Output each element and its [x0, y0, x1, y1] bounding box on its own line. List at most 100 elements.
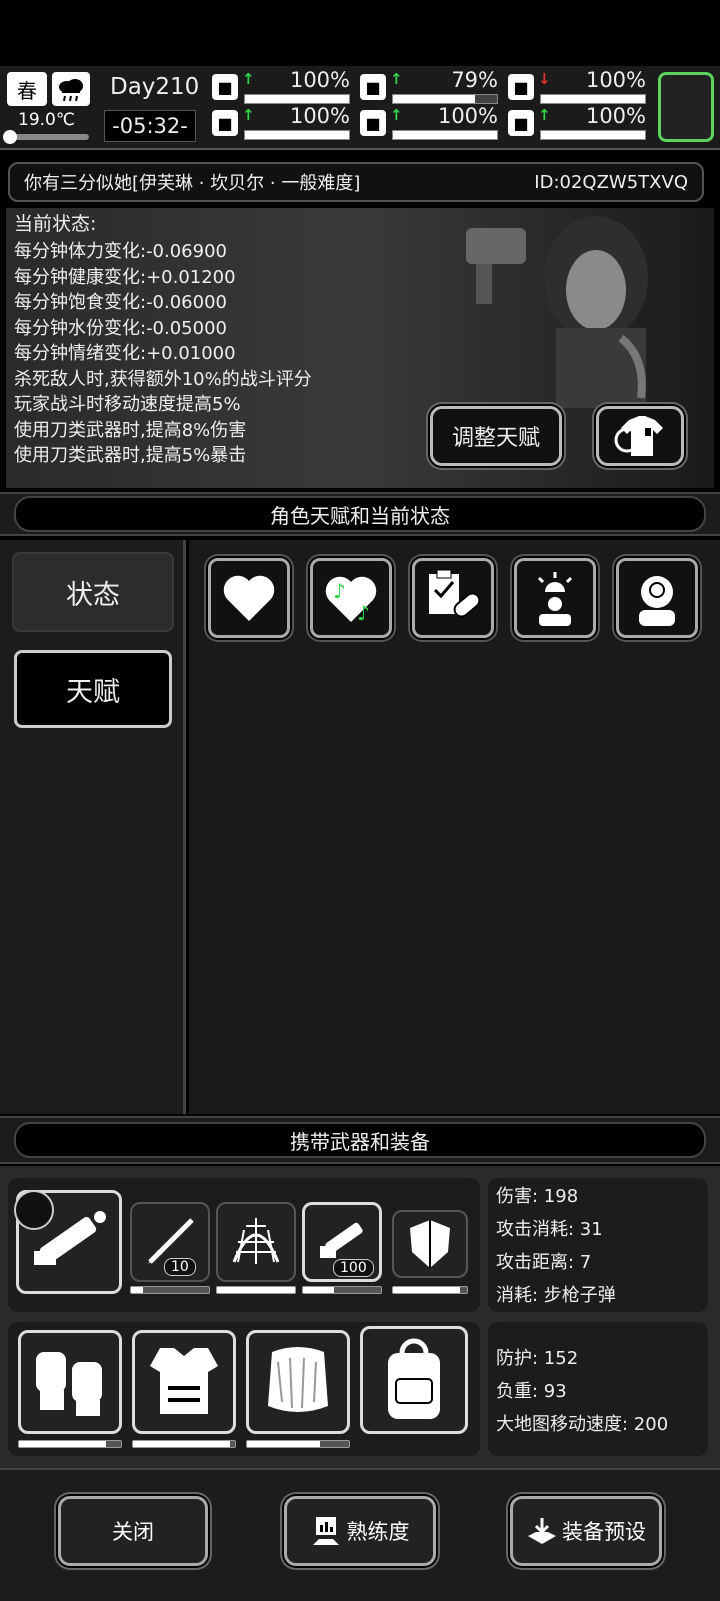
- stat-percent: 100%: [289, 104, 350, 128]
- net-trap-icon: [232, 1218, 280, 1264]
- stat-weight: 负重: 93: [496, 1381, 567, 1402]
- stat-percent: 100%: [437, 104, 498, 128]
- tab-talent[interactable]: 天赋: [14, 650, 172, 728]
- stat-bar: [244, 130, 350, 140]
- stat-mood: ■ ↓ 100%: [508, 68, 650, 104]
- weapon-slot-5[interactable]: [392, 1210, 468, 1278]
- armor-slot-1[interactable]: [18, 1330, 122, 1434]
- armor-3-durability: [246, 1440, 350, 1448]
- fur-vest-icon: [268, 1347, 328, 1412]
- status-music-heart-button[interactable]: ♪ ♪: [310, 558, 392, 638]
- pill-icon: ■: [508, 74, 534, 100]
- shield-icon: [410, 1220, 450, 1268]
- trend-up-icon: ↑: [390, 106, 403, 124]
- temperature: 19.0℃: [18, 110, 75, 130]
- stat-attack-range: 攻击距离: 7: [496, 1252, 592, 1273]
- character-title: 你有三分似她[伊芙琳 · 坎贝尔 · 一般难度]: [24, 173, 361, 194]
- weapon-slot-2[interactable]: 10: [130, 1202, 210, 1282]
- status-line: 使用刀类武器时,提高8%伤害: [14, 419, 247, 441]
- adjust-talent-button[interactable]: 调整天赋: [430, 406, 562, 466]
- stat-bar: [540, 130, 646, 140]
- proficiency-button[interactable]: 熟练度: [284, 1496, 436, 1566]
- hud-bar: 春 19.0℃ Day210 -05:32- ■ ↑ 100% ■ ↑ 79% ■ ↓ 100%…: [0, 66, 720, 150]
- system-status-bar: [0, 0, 720, 66]
- minigun-ammo-count: 100: [333, 1259, 374, 1277]
- status-heading: 当前状态:: [14, 213, 97, 235]
- thermometer-bar: [3, 130, 89, 144]
- heart-icon: ■: [508, 110, 534, 136]
- status-sick-button[interactable]: [616, 558, 698, 638]
- svg-text:♪: ♪: [357, 601, 370, 625]
- character-id: ID:02QZW5TXVQ: [534, 171, 688, 193]
- stat-bar: [392, 94, 498, 104]
- stat-hunger: ■ ↑ 79%: [360, 68, 502, 104]
- alarm-person-icon: [537, 572, 573, 626]
- armor-slot-3[interactable]: [246, 1330, 350, 1434]
- weapon-4-durability: [302, 1286, 382, 1294]
- stat-bar: [244, 94, 350, 104]
- weapon-stats: 伤害: 198 攻击消耗: 31 攻击距离: 7 消耗: 步枪子弹: [496, 1180, 616, 1312]
- weapon-slot-4[interactable]: 100: [302, 1202, 382, 1282]
- status-line: 每分钟饱食变化:-0.06000: [14, 292, 227, 313]
- status-line: 玩家战斗时移动速度提高5%: [14, 394, 241, 415]
- medical-checklist-icon: [429, 569, 481, 618]
- status-heart-button[interactable]: [208, 558, 290, 638]
- trend-down-icon: ↓: [538, 70, 551, 88]
- status-alarm-button[interactable]: [514, 558, 596, 638]
- svg-text:♪: ♪: [333, 579, 346, 603]
- knee-pads-icon: [36, 1352, 102, 1416]
- season-label: 春: [17, 78, 37, 103]
- backpack-icon: [388, 1338, 440, 1419]
- status-line: 使用刀类武器时,提高5%暴击: [14, 445, 247, 466]
- status-medical-button[interactable]: [412, 558, 494, 638]
- close-button[interactable]: 关闭: [58, 1496, 208, 1566]
- stomach-icon: ■: [360, 74, 386, 100]
- adjust-talent-label: 调整天赋: [451, 426, 540, 451]
- stat-attack-cost: 攻击消耗: 31: [496, 1219, 603, 1240]
- trend-up-icon: ↑: [390, 70, 403, 88]
- character-slot-button[interactable]: [658, 72, 714, 142]
- stat-percent: 100%: [585, 68, 646, 92]
- proficiency-label: 熟练度: [346, 1520, 410, 1544]
- status-line: 每分钟情绪变化:+0.01000: [14, 343, 236, 364]
- character-portrait-panel: 当前状态: 每分钟体力变化:-0.06900 每分钟健康变化:+0.01200 每分…: [6, 208, 714, 488]
- stat-defense: 防护: 152: [496, 1348, 579, 1369]
- stat-water: ■ ↑ 100%: [360, 104, 502, 140]
- armor-slot-2[interactable]: [132, 1330, 236, 1434]
- trend-up-icon: ↑: [242, 106, 255, 124]
- weapon-slot-3[interactable]: [216, 1202, 296, 1282]
- armor-slot-4[interactable]: [360, 1326, 468, 1434]
- character-portrait: [466, 216, 648, 408]
- sick-head-icon: [639, 576, 675, 626]
- status-lines: 每分钟体力变化:-0.06900 每分钟健康变化:+0.01200 每分钟饱食变化:…: [14, 239, 312, 469]
- equipment-preset-button[interactable]: 装备预设: [510, 1496, 662, 1566]
- weather-cloud-icon: [52, 72, 90, 106]
- armor-2-durability: [132, 1440, 236, 1448]
- heart-icon: [223, 575, 275, 621]
- stat-percent: 100%: [289, 68, 350, 92]
- season-badge: 春: [7, 72, 47, 106]
- music-heart-icon: ♪♪: [325, 576, 377, 625]
- change-outfit-button[interactable]: [596, 406, 684, 466]
- stat-bar: [540, 94, 646, 104]
- tab-status[interactable]: 状态: [12, 552, 174, 632]
- weapon-slot-indicator: [14, 1190, 54, 1230]
- weapon-2-durability: [130, 1286, 210, 1294]
- stat-damage: 伤害: 198: [496, 1186, 579, 1207]
- status-line: 每分钟体力变化:-0.06900: [14, 241, 227, 262]
- stat-stamina: ■ ↑ 100%: [212, 104, 354, 140]
- stat-ammo: 消耗: 步枪子弹: [496, 1285, 616, 1306]
- stat-health: ■ ↑ 100%: [212, 68, 354, 104]
- stat-bar: [392, 130, 498, 140]
- character-name-bar: 你有三分似她[伊芙琳 · 坎贝尔 · 一般难度] ID:02QZW5TXVQ: [8, 162, 704, 202]
- weapon-5-durability: [392, 1286, 468, 1294]
- medkit-icon: ■: [212, 74, 238, 100]
- status-line: 每分钟健康变化:+0.01200: [14, 266, 236, 288]
- trend-up-icon: ↑: [538, 106, 551, 124]
- spear-gun-count: 10: [164, 1258, 196, 1276]
- equipment-preset-label: 装备预设: [562, 1520, 646, 1544]
- tab-talent-label: 天赋: [66, 676, 120, 708]
- stat-percent: 100%: [585, 104, 646, 128]
- day-counter: Day210: [110, 74, 200, 100]
- status-line: 杀死敌人时,获得额外10%的战斗评分: [14, 368, 312, 390]
